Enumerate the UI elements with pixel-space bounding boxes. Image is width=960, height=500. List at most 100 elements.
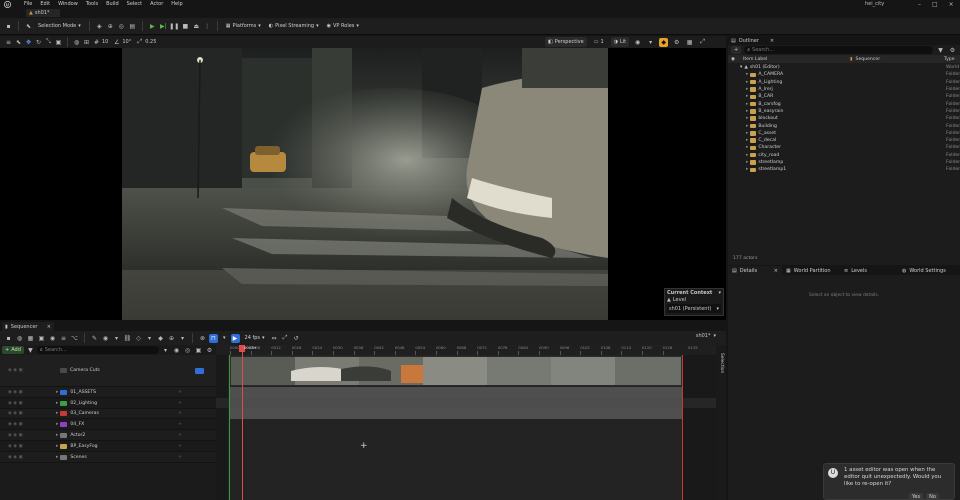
pause-icon[interactable]: ❚❚ bbox=[169, 22, 179, 31]
col-type[interactable]: Type bbox=[944, 57, 955, 62]
sequencer-search-input[interactable]: ⌕ Search... bbox=[36, 346, 159, 354]
add-key-icon[interactable]: + bbox=[178, 433, 182, 438]
menu-help[interactable]: Help bbox=[171, 1, 182, 7]
level-viewport[interactable]: Current Context ▾ ▲ Level sh01 (Persiste… bbox=[0, 48, 726, 320]
outliner-item[interactable]: ▸ A_Lighting Folder bbox=[728, 79, 960, 86]
selection-side-tab[interactable]: Selection bbox=[716, 345, 726, 500]
outliner-item[interactable]: ▸ A_CAMERA Folder bbox=[728, 71, 960, 78]
scalability-icon[interactable]: ▾ bbox=[646, 38, 655, 47]
world-space-icon[interactable]: ◍ bbox=[72, 38, 81, 47]
list-icon[interactable]: ≡ bbox=[59, 334, 68, 343]
expand-icon[interactable]: ▸ bbox=[746, 116, 748, 121]
expand-icon[interactable]: ▸ bbox=[746, 153, 748, 158]
outliner-item[interactable]: ▸ streetlamp1 Folder bbox=[728, 166, 960, 173]
select-tool-icon[interactable]: ⬉ bbox=[14, 38, 23, 47]
tab-details[interactable]: ▤ Details × bbox=[728, 266, 782, 275]
expand-icon[interactable]: ▸ bbox=[746, 102, 748, 107]
chevron-down-icon[interactable]: ▾ bbox=[112, 334, 121, 343]
camera-cuts-section[interactable] bbox=[230, 356, 682, 386]
expand-icon[interactable]: ▸ bbox=[56, 444, 58, 449]
expand-icon[interactable]: ▸ bbox=[746, 124, 748, 129]
playback-icon[interactable]: ▶ bbox=[230, 333, 240, 343]
track-row[interactable]: ◉ ◉ ▣ ▸ Actor2 + bbox=[0, 430, 216, 441]
outliner-item[interactable]: ▸ B_CAR Folder bbox=[728, 93, 960, 100]
close-icon[interactable]: × bbox=[47, 324, 51, 330]
expand-icon[interactable]: ▸ bbox=[56, 455, 58, 460]
scale-tool-icon[interactable]: ⤡ bbox=[44, 38, 53, 47]
lock-icon[interactable]: ▣ bbox=[194, 346, 203, 355]
outliner-item[interactable]: ▸ city_road Folder bbox=[728, 152, 960, 159]
outliner-item[interactable]: ▸ C_asset Folder bbox=[728, 130, 960, 137]
expand-icon[interactable]: ▸ bbox=[746, 72, 748, 77]
world-icon[interactable]: ◍ bbox=[15, 334, 24, 343]
film-icon[interactable]: ▦ bbox=[26, 334, 35, 343]
more-options-icon[interactable]: ⋮ bbox=[203, 22, 212, 31]
tab-world-partition[interactable]: ▦ World Partition bbox=[782, 266, 840, 275]
minimize-icon[interactable]: – bbox=[918, 1, 921, 8]
track-controls[interactable]: ◉ ◉ ▣ bbox=[8, 390, 23, 395]
expand-icon[interactable]: ▾ bbox=[740, 65, 742, 70]
eject-icon[interactable]: ⏏ bbox=[192, 22, 201, 31]
filter-icon[interactable]: ▼ bbox=[26, 346, 35, 355]
track-row[interactable]: ◉ ◉ ▣ ▸ 01_ASSETS + bbox=[0, 387, 216, 398]
maximize-icon[interactable]: □ bbox=[932, 1, 938, 8]
surface-snap-icon[interactable]: ⊞ bbox=[82, 38, 91, 47]
menu-build[interactable]: Build bbox=[106, 1, 119, 7]
key-icon[interactable]: ⌥ bbox=[70, 334, 79, 343]
add-key-icon[interactable]: + bbox=[178, 422, 182, 427]
eye-icon[interactable]: ◉ bbox=[101, 334, 110, 343]
track-controls[interactable]: ◉ ◉ ▣ bbox=[8, 411, 23, 416]
camera-icon[interactable]: ▣ bbox=[37, 334, 46, 343]
rotate-tool-icon[interactable]: ↻ bbox=[34, 38, 43, 47]
loop-icon[interactable]: ↺ bbox=[292, 334, 301, 343]
folder-section-lighting[interactable] bbox=[230, 398, 682, 408]
track-controls[interactable]: ◉ ◉ ▣ bbox=[8, 422, 23, 427]
folder-section-cameras[interactable] bbox=[230, 408, 682, 419]
outliner-root[interactable]: ▾ ▲ sh01 (Editor) World bbox=[728, 64, 960, 71]
expand-icon[interactable]: ▸ bbox=[56, 433, 58, 438]
end-marker[interactable] bbox=[682, 355, 683, 500]
sequencer-tab[interactable]: ▮ Sequencer × bbox=[2, 322, 54, 331]
track-row[interactable]: ◉ ◉ ▣ ▸ 04_FX + bbox=[0, 419, 216, 430]
range-icon[interactable]: ⇔ bbox=[270, 334, 279, 343]
outliner-tab[interactable]: ▤ Outliner × bbox=[728, 36, 960, 45]
outliner-item[interactable]: ▸ blockout Folder bbox=[728, 115, 960, 122]
eye-icon[interactable]: ◉ bbox=[172, 346, 181, 355]
camera-cut-icon[interactable] bbox=[195, 367, 204, 374]
expand-icon[interactable]: ▸ bbox=[56, 390, 58, 395]
track-controls[interactable]: ◉ ◉ ▣ bbox=[8, 433, 23, 438]
scale-snap[interactable]: ⤢ 0.25 bbox=[135, 38, 156, 47]
content-icon[interactable]: ◈ bbox=[95, 22, 104, 31]
track-controls[interactable]: ◉ ◉ ▣ bbox=[8, 368, 23, 373]
link-icon[interactable]: ⛓ bbox=[123, 334, 132, 343]
settings-icon[interactable]: ⚙ bbox=[205, 346, 214, 355]
viewport-settings-icon[interactable]: ⚙ bbox=[672, 38, 681, 47]
expand-icon[interactable]: ▸ bbox=[746, 94, 748, 99]
add-filter-button[interactable]: + bbox=[731, 46, 742, 54]
menu-tools[interactable]: Tools bbox=[86, 1, 98, 7]
viewport-render[interactable] bbox=[122, 48, 608, 320]
move-tool-icon[interactable]: ✥ bbox=[24, 38, 33, 47]
diamond-icon[interactable]: ◆ bbox=[156, 334, 165, 343]
pixel-streaming-button[interactable]: ◐ Pixel Streaming ▾ bbox=[266, 21, 322, 31]
selection-mode-button[interactable]: Selection Mode ▾ bbox=[35, 21, 84, 31]
no-button[interactable]: No bbox=[926, 493, 939, 500]
col-sequencer[interactable]: ▮ Sequencer bbox=[850, 57, 880, 62]
context-level-select[interactable]: sh01 (Persistent) ▾ bbox=[667, 304, 721, 313]
render-icon[interactable]: ◉ bbox=[48, 334, 57, 343]
expand-icon[interactable]: ▸ bbox=[746, 109, 748, 114]
tab-levels[interactable]: ≡ Levels bbox=[840, 266, 898, 275]
outliner-search-input[interactable]: ⌕ Search... bbox=[744, 46, 933, 54]
grid-snap[interactable]: #10 bbox=[92, 38, 108, 47]
add-key-icon[interactable]: + bbox=[178, 411, 182, 416]
play-next-icon[interactable]: ▶| bbox=[159, 22, 168, 31]
select-mode-icon[interactable]: ⬉ bbox=[24, 22, 33, 31]
tab-world-settings[interactable]: ◍ World Settings bbox=[898, 266, 960, 275]
visibility-icon[interactable]: ◉ bbox=[731, 57, 735, 62]
outliner-item[interactable]: ▸ Character Folder bbox=[728, 144, 960, 151]
expand-icon[interactable]: ▸ bbox=[746, 167, 748, 172]
realtime-warning-icon[interactable]: ◆ bbox=[659, 37, 669, 47]
expand-icon[interactable]: ▸ bbox=[746, 160, 748, 165]
track-row[interactable]: ◉ ◉ ▣ Camera Cuts bbox=[0, 355, 216, 387]
lit-button[interactable]: ◑ Lit bbox=[610, 37, 630, 47]
